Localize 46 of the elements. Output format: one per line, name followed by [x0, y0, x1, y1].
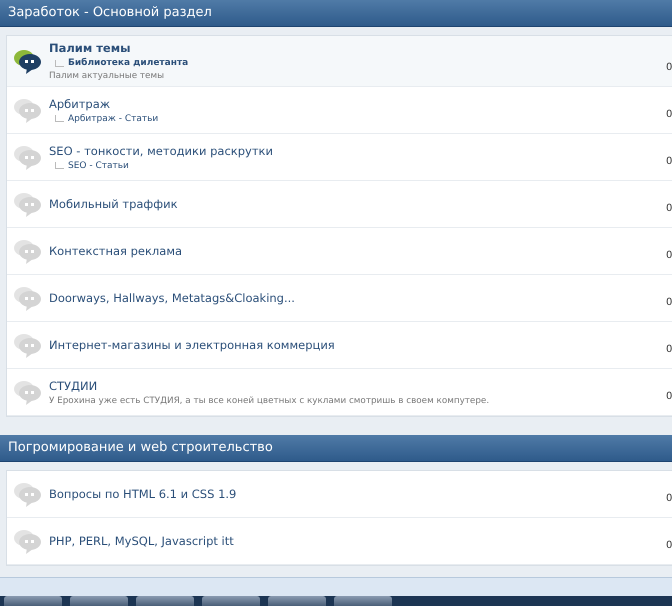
post-count: 0: [666, 344, 672, 355]
forum-link[interactable]: PHP, PERL, MySQL, Javascript itt: [49, 534, 666, 548]
subforum-link[interactable]: SEO - Статьи: [68, 160, 129, 170]
tree-branch-icon: [55, 60, 64, 66]
forum-link[interactable]: Doorways, Hallways, Metatags&Cloaking...: [49, 291, 666, 305]
tree-branch-icon: [55, 115, 64, 122]
forum-link[interactable]: Контекстная реклама: [49, 244, 666, 258]
speech-bubbles-icon: [13, 332, 43, 358]
speech-bubbles-icon: [13, 379, 43, 405]
post-count: 0: [666, 109, 672, 120]
speech-bubbles-icon: [13, 144, 43, 170]
speech-bubbles-icon: [13, 285, 43, 311]
subforum-link[interactable]: Арбитраж - Статьи: [68, 114, 158, 124]
speech-bubbles-icon: [13, 238, 43, 264]
taskbar-button[interactable]: [136, 596, 194, 606]
post-count: 0: [666, 540, 672, 551]
forum-description: Палим актуальные темы: [49, 71, 166, 81]
forum-description: У Ерохина уже есть СТУДИЯ, а ты все коней цветных с куклами смотришь в своем компутере.: [49, 396, 490, 406]
taskbar-button[interactable]: [202, 596, 260, 606]
taskbar-button[interactable]: [268, 596, 326, 606]
speech-bubbles-icon: [13, 48, 43, 74]
forum-link[interactable]: Мобильный траффик: [49, 197, 666, 211]
post-count: 0: [666, 493, 672, 504]
section-header: Заработок - Основной раздел: [0, 0, 672, 27]
post-count: 0: [666, 391, 672, 402]
taskbar-button[interactable]: [70, 596, 128, 606]
forum-link[interactable]: Вопросы по HTML 6.1 и CSS 1.9: [49, 487, 666, 501]
forum-link[interactable]: Арбитраж: [49, 96, 666, 110]
post-count: 0: [666, 250, 672, 261]
speech-bubbles-icon: [13, 191, 43, 217]
taskbar-button[interactable]: [334, 596, 392, 606]
speech-bubbles-icon: [13, 481, 43, 507]
section-header: Погромирование и web строительство: [0, 435, 672, 462]
subforum-link[interactable]: Библиотека дилетанта: [68, 58, 188, 68]
post-count: 0: [666, 297, 672, 308]
forum-link[interactable]: SEO - тонкости, методики раскрутки: [49, 144, 666, 158]
post-count: 0: [666, 62, 672, 73]
tree-branch-icon: [55, 162, 64, 169]
speech-bubbles-icon: [13, 97, 43, 123]
forum-link[interactable]: Интернет-магазины и электронная коммерция: [49, 338, 666, 352]
forum-link[interactable]: Палим темы: [49, 41, 666, 55]
forum-link[interactable]: СТУДИИ: [49, 378, 666, 392]
speech-bubbles-icon: [13, 528, 43, 554]
post-count: 0: [666, 203, 672, 214]
taskbar-button[interactable]: [4, 596, 62, 606]
post-count: 0: [666, 156, 672, 167]
